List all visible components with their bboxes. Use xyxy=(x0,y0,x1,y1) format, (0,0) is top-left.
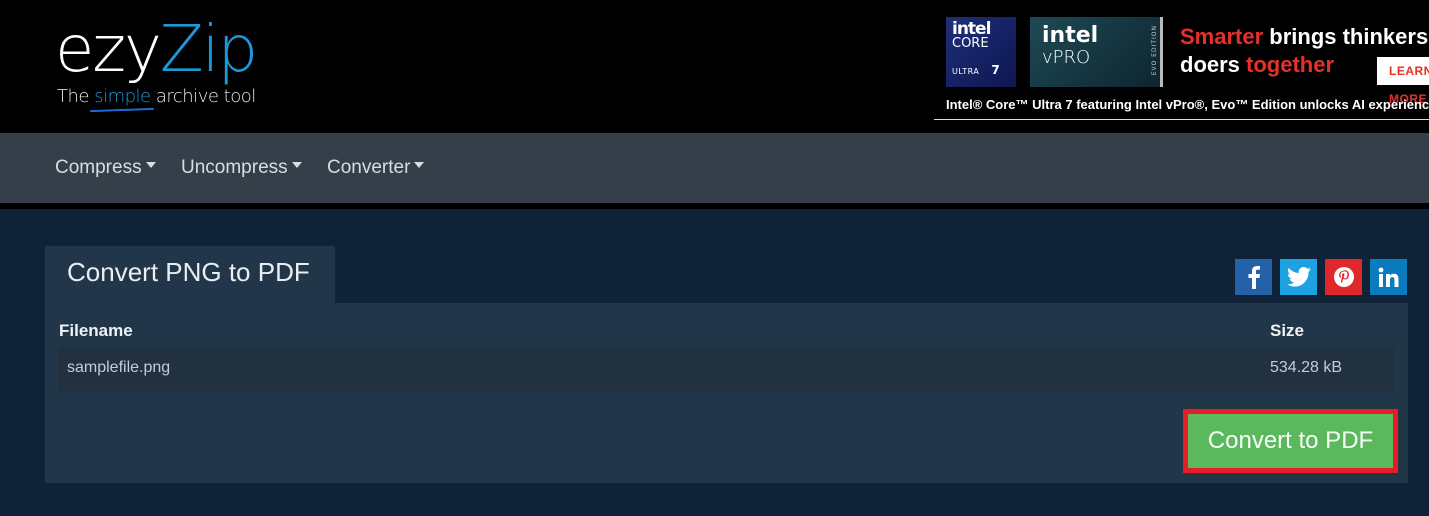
badge-core-ultra: ULTRA 7 xyxy=(952,63,1010,77)
file-name-cell: samplefile.png xyxy=(67,359,171,376)
logo-wordmark: ezyZip xyxy=(55,13,258,87)
tagline-accent: simple xyxy=(94,86,151,107)
share-linkedin-button[interactable] xyxy=(1370,259,1407,295)
intel-vpro-badge: intel vPRO EVO EDITION xyxy=(1030,17,1163,87)
linkedin-icon xyxy=(1378,267,1398,287)
headline-brings: brings thinkers xyxy=(1263,24,1429,49)
headline-together: together xyxy=(1246,52,1335,77)
headline-smarter: Smarter xyxy=(1180,24,1264,49)
ad-learn-more-button[interactable]: LEARN MORE xyxy=(1377,57,1429,106)
table-row: samplefile.png 534.28 kB xyxy=(58,347,1394,391)
nav-uncompress-dropdown[interactable]: Uncompress xyxy=(181,157,302,179)
share-twitter-button[interactable] xyxy=(1280,259,1317,295)
badge-vpro-intel: intel xyxy=(1042,23,1099,48)
intel-core-ultra-badge: intel CORE ULTRA 7 xyxy=(946,17,1016,87)
ad-divider xyxy=(934,119,1429,120)
logo-part-ezy: ezy xyxy=(55,13,162,87)
top-header: ezyZip The simple archive tool intel COR… xyxy=(0,0,1429,133)
facebook-icon xyxy=(1248,266,1260,289)
tagline-before: The xyxy=(57,86,95,107)
nav-compress-label: Compress xyxy=(55,157,142,178)
column-header-filename: Filename xyxy=(59,321,133,340)
logo-part-zip: Zip xyxy=(159,13,258,87)
headline-doers: doers xyxy=(1180,52,1247,77)
ad-subline: Intel® Core™ Ultra 7 featuring Intel vPr… xyxy=(946,97,1429,112)
caret-down-icon xyxy=(291,161,302,168)
logo-tagline: The simple archive tool xyxy=(57,86,256,107)
badge-core-intel: intel xyxy=(952,19,991,39)
tagline-after: archive tool xyxy=(150,86,256,107)
pinterest-icon xyxy=(1333,267,1354,287)
caret-down-icon xyxy=(145,161,156,168)
main-navbar: Compress Uncompress Converter xyxy=(0,133,1429,203)
badge-ultra-number: 7 xyxy=(991,63,1001,77)
twitter-icon xyxy=(1286,267,1311,287)
badge-ultra-label: ULTRA xyxy=(952,67,980,76)
caret-down-icon xyxy=(414,161,425,168)
nav-converter-label: Converter xyxy=(327,157,411,178)
file-panel: Filename Size samplefile.png 534.28 kB C… xyxy=(45,303,1408,483)
nav-compress-dropdown[interactable]: Compress xyxy=(55,157,156,179)
badge-vpro-vpro: vPRO xyxy=(1042,47,1091,68)
page-title: Convert PNG to PDF xyxy=(67,257,310,287)
nav-uncompress-label: Uncompress xyxy=(181,157,288,178)
share-facebook-button[interactable] xyxy=(1235,259,1272,295)
badge-evo-edition: EVO EDITION xyxy=(1151,25,1158,76)
ezyzip-logo[interactable]: ezyZip The simple archive tool xyxy=(55,14,285,114)
advertisement-banner[interactable]: intel CORE ULTRA 7 intel vPRO EVO EDITION… xyxy=(934,17,1429,121)
convert-to-pdf-button[interactable]: Convert to PDF xyxy=(1183,409,1398,473)
badge-core-core: CORE xyxy=(952,36,989,51)
converter-tab: Convert PNG to PDF xyxy=(45,246,335,304)
file-size-cell: 534.28 kB xyxy=(1270,359,1343,376)
share-pinterest-button[interactable] xyxy=(1325,259,1362,295)
nav-converter-dropdown[interactable]: Converter xyxy=(327,157,425,179)
nav-divider xyxy=(0,203,1429,209)
column-header-size: Size xyxy=(1270,321,1305,340)
